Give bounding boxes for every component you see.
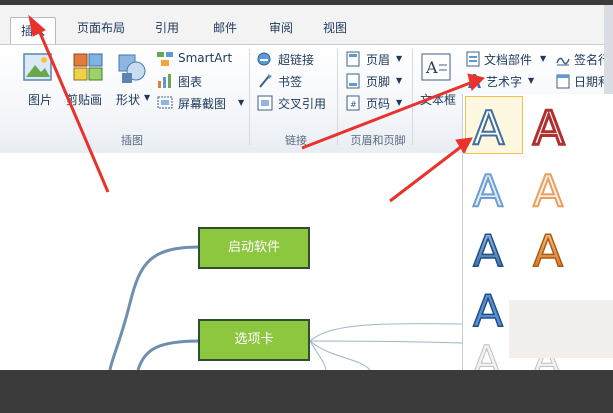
annotation-arrow [301,73,485,150]
annotation-arrow [389,137,473,203]
window-bottom-bar [0,370,613,413]
annotation-arrows [28,14,485,203]
annotation-arrow [28,14,110,193]
